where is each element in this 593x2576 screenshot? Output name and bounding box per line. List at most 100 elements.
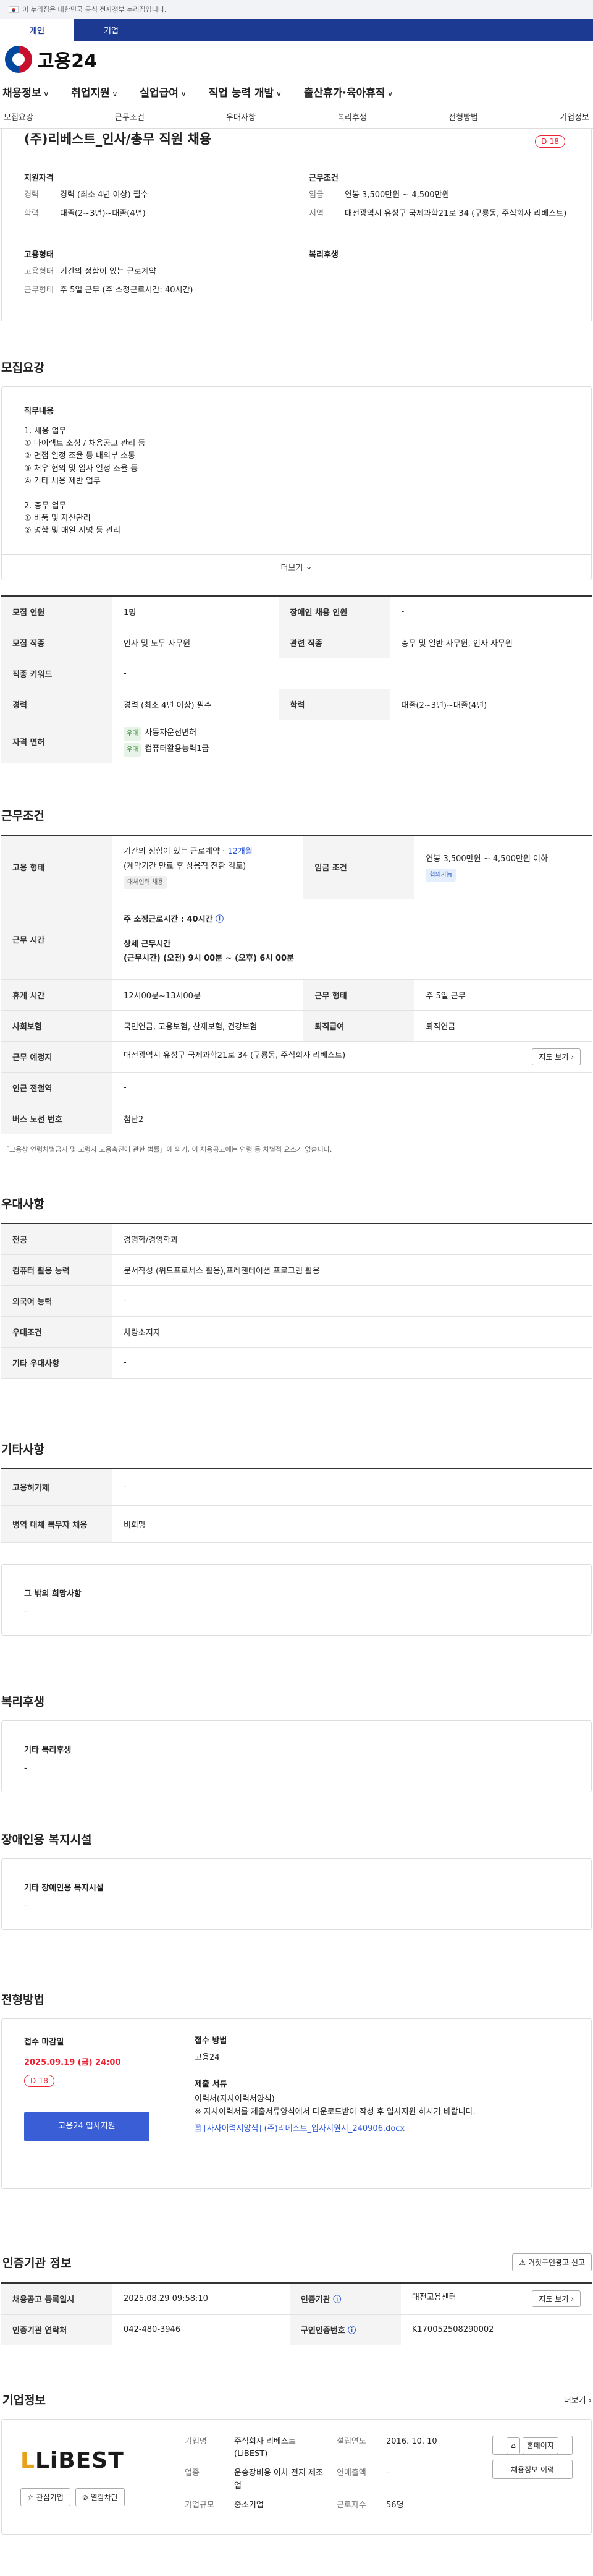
- site-logo[interactable]: 고용24: [0, 41, 593, 78]
- table-cell: 대졸(2~3년)~대졸(4년): [390, 689, 592, 720]
- report-button[interactable]: ⚠ 거짓구인광고 신고: [512, 2253, 592, 2271]
- gov-banner: 이 누리집은 대한민국 공식 전자정부 누리집입니다.: [0, 0, 593, 19]
- recruit-title: 모집요강: [1, 361, 44, 375]
- subnav-recruit[interactable]: 모집요강: [4, 111, 33, 122]
- subnav-conditions[interactable]: 근무조건: [115, 111, 145, 122]
- block-company-button[interactable]: ⊘ 열람차단: [75, 2488, 125, 2506]
- company-key: 업종: [185, 2468, 200, 2478]
- info-icon[interactable]: ⓘ: [333, 2295, 341, 2305]
- summary-value: 연봉 3,500만원 ~ 4,500만원: [345, 190, 450, 200]
- nav-unemployment[interactable]: 실업급여: [140, 84, 186, 100]
- company-more-link[interactable]: 더보기 ›: [564, 2394, 592, 2405]
- duty-heading: 직무내용: [24, 407, 54, 416]
- company-value: 주식회사 리베스트 (LiBEST): [234, 2436, 296, 2459]
- table-header: 채용공고 등록일시: [1, 2283, 112, 2315]
- tab-company[interactable]: 기업: [74, 19, 148, 41]
- report-button-label: 거짓구인광고 신고: [528, 2258, 585, 2267]
- map-button-label: 지도 보기: [539, 1053, 569, 1061]
- siren-icon: ⚠: [519, 2258, 526, 2267]
- subnav-welfare[interactable]: 복리후생: [337, 111, 367, 122]
- welfare-box: 기타 복리후생 -: [1, 1720, 592, 1792]
- company-key: 설립연도: [337, 2436, 366, 2446]
- table-cell: -: [112, 1468, 592, 1506]
- table-header: 구인인증번호: [300, 2326, 345, 2336]
- table-cell: -: [112, 1285, 592, 1317]
- summary-value: 주 5일 근무 (주 소정근로시간: 40시간): [60, 285, 193, 295]
- table-header: 외국어 능력: [1, 1285, 112, 1317]
- nav-employment[interactable]: 취업지원: [71, 84, 117, 100]
- table-row: 자격 면허 우대 자동차운전면허 우대 컴퓨터활용능력1급: [1, 720, 592, 763]
- table-header: 버스 노선 번호: [1, 1103, 112, 1134]
- more-label: 더보기: [280, 564, 303, 573]
- subnav-pref[interactable]: 우대사항: [226, 111, 256, 122]
- apply-button[interactable]: 고용24 입사지원: [24, 2112, 149, 2141]
- table-header: 자격 면허: [1, 720, 112, 763]
- welfare-heading: 기타 복리후생: [24, 1746, 72, 1755]
- company-key: 기업명: [185, 2436, 207, 2446]
- nav-parental[interactable]: 출산휴가·육아휴직: [304, 84, 393, 100]
- flag-icon: [9, 6, 19, 13]
- docs-label: 제출 서류: [195, 2079, 227, 2089]
- duty-line: ② 명함 및 매일 서명 등 관리: [24, 526, 121, 536]
- hope-heading: 그 밖의 희망사항: [24, 1589, 82, 1599]
- nav-training[interactable]: 직업 능력 개발: [209, 84, 282, 100]
- company-key: 기업규모: [185, 2500, 214, 2510]
- table-row: 인근 전철역 -: [1, 1072, 592, 1103]
- table-header: 인증기관: [300, 2295, 330, 2305]
- emp-type: 기간의 정함이 있는 근로계약 ·: [124, 846, 228, 856]
- chevron-down-icon: ⌄: [305, 563, 313, 572]
- more-button[interactable]: 더보기 ⌄: [2, 554, 591, 580]
- method-value: 고용24: [195, 2052, 220, 2062]
- table-cell: 경영학/경영학과: [112, 1223, 592, 1255]
- subnav-company[interactable]: 기업정보: [560, 111, 589, 122]
- table-row: 채용공고 등록일시 2025.08.29 09:58:10 인증기관 ⓘ 대전고용센터…: [1, 2283, 592, 2315]
- table-header: 근무 시간: [1, 899, 112, 980]
- hope-box: 그 밖의 희망사항 -: [1, 1564, 592, 1636]
- company-value: 56명: [386, 2500, 404, 2510]
- company-value: 중소기업: [234, 2500, 264, 2510]
- company-title: 기업정보: [2, 2393, 46, 2407]
- subnav-process[interactable]: 전형방법: [448, 111, 478, 122]
- summary-value: 경력 (최소 4년 이상) 필수: [60, 190, 148, 200]
- disabled-box: 기타 장애인용 복지시설 -: [1, 1858, 592, 1930]
- resume-file-link[interactable]: [자사이력서양식] (주)리베스트_입사지원서_240906.docx: [204, 2124, 405, 2133]
- table-row: 모집 인원 1명 장애인 채용 인원 -: [1, 596, 592, 627]
- info-icon[interactable]: ⓘ: [216, 915, 224, 924]
- table-header: 고용 형태: [1, 835, 112, 899]
- duty-line: ① 비품 및 자산관리: [24, 513, 91, 523]
- fav-company-button[interactable]: ☆ 관심기업: [20, 2488, 70, 2506]
- cert-title: 인증기관 정보: [2, 2256, 72, 2270]
- company-key: 연매출액: [337, 2468, 366, 2478]
- table-cell: K170052508290002: [400, 2314, 592, 2345]
- table-cell: 문서작성 (워드프로세스 활용),프레젠테이션 프로그램 활용: [112, 1254, 592, 1286]
- job-history-button[interactable]: 채용정보 이력: [492, 2459, 573, 2479]
- detail-hours-label: 상세 근무시간: [124, 939, 171, 949]
- homepage-button[interactable]: ⌂ 홈페이지: [492, 2435, 573, 2455]
- duty-line: 1. 채용 업무: [24, 427, 67, 436]
- dday-badge: D-18: [535, 135, 565, 148]
- wage-value: 연봉 3,500만원 ~ 4,500만원 이하: [426, 854, 548, 864]
- deadline-value: 2025.09.19 (금) 24:00: [24, 2058, 121, 2067]
- table-cell: 12시00분~13시00분: [112, 979, 304, 1011]
- table-cell: 1명: [112, 596, 279, 627]
- disabled-value: -: [24, 1902, 27, 1911]
- map-button-label: 지도 보기: [539, 2294, 569, 2303]
- map-button[interactable]: 지도 보기 ›: [532, 1048, 581, 1065]
- summary-value: 대졸(2~3년)~대졸(4년): [60, 208, 146, 218]
- duty-content: 직무내용 1. 채용 업무 ① 다이렉트 소싱 / 채용공고 관리 등 ② 면접…: [2, 387, 591, 554]
- block-label: 열람차단: [90, 2493, 118, 2502]
- table-header: 고용허가제: [1, 1468, 112, 1506]
- table-cell: 2025.08.29 09:58:10: [112, 2283, 290, 2315]
- table-row: 고용 형태 기간의 정함이 있는 근로계약 · 12개월 (계약기간 만료 후 상…: [1, 835, 592, 899]
- table-row: 경력 경력 (최소 4년 이상) 필수 학력 대졸(2~3년)~대졸(4년): [1, 689, 592, 720]
- method-label: 접수 방법: [195, 2036, 227, 2046]
- table-row: 인증기관 연락처 042-480-3946 구인인증번호 ⓘ K17005250829…: [1, 2314, 592, 2345]
- table-header: 근무 예정지: [1, 1041, 112, 1073]
- nav-jobs[interactable]: 채용정보: [2, 84, 49, 100]
- pref-tag: 우대: [124, 727, 141, 741]
- tab-personal[interactable]: 개인: [0, 19, 74, 41]
- table-cell: 국민연금, 고용보험, 산재보험, 건강보험: [112, 1010, 304, 1042]
- summary-value: 기간의 정함이 있는 근로계약: [60, 267, 156, 276]
- info-icon[interactable]: ⓘ: [348, 2326, 356, 2336]
- map-button[interactable]: 지도 보기 ›: [532, 2290, 581, 2307]
